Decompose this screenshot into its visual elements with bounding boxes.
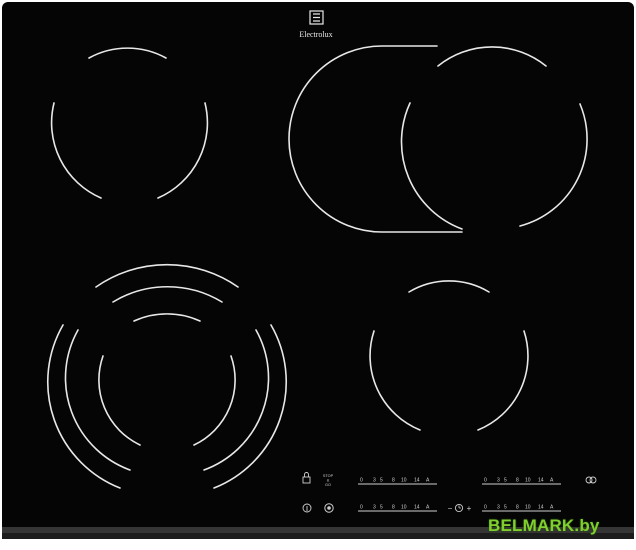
timer-plus-button[interactable]: + bbox=[467, 504, 472, 513]
slider-rear-right-label: 8 bbox=[516, 478, 519, 484]
slider-front-left-label: 8 bbox=[392, 505, 395, 511]
slider-front-right-label: 3 bbox=[497, 505, 500, 511]
slider-front-left-label: 0 bbox=[360, 505, 363, 511]
slider-rear-right-label: 5 bbox=[504, 478, 507, 484]
stop-go-line2: & bbox=[327, 479, 330, 483]
slider-rear-left-label: 14 bbox=[414, 478, 420, 484]
slider-front-right-label: 14 bbox=[538, 505, 544, 511]
watermark: BELMARK.by bbox=[488, 516, 600, 535]
timer-minus-button[interactable]: − bbox=[448, 504, 453, 513]
stop-go-line3: GO bbox=[325, 483, 331, 487]
power-icon-core bbox=[327, 506, 331, 510]
slider-front-right-label: 10 bbox=[525, 505, 531, 511]
slider-front-left-label: 14 bbox=[414, 505, 420, 511]
slider-rear-left-label: 8 bbox=[392, 478, 395, 484]
slider-rear-right-label: 0 bbox=[484, 478, 487, 484]
slider-rear-right-label: 3 bbox=[497, 478, 500, 484]
slider-rear-right-label: 10 bbox=[525, 478, 531, 484]
slider-front-right-label: 5 bbox=[504, 505, 507, 511]
slider-front-right-label: 0 bbox=[484, 505, 487, 511]
cooktop: Electrolux STOP & GO 0 3 5 8 10 14 A 0 3… bbox=[0, 0, 636, 550]
slider-rear-left-label: 10 bbox=[401, 478, 407, 484]
slider-front-left-label: 10 bbox=[401, 505, 407, 511]
slider-front-left-label: 3 bbox=[373, 505, 376, 511]
slider-rear-left-label: 0 bbox=[360, 478, 363, 484]
stop-go-line1: STOP bbox=[323, 474, 334, 478]
slider-front-left-label: 5 bbox=[380, 505, 383, 511]
brand-name: Electrolux bbox=[299, 30, 332, 39]
slider-rear-left-label: 5 bbox=[380, 478, 383, 484]
glass-surface bbox=[2, 2, 634, 536]
slider-front-right-label: 8 bbox=[516, 505, 519, 511]
slider-rear-right-label: 14 bbox=[538, 478, 544, 484]
slider-rear-left-label: 3 bbox=[373, 478, 376, 484]
